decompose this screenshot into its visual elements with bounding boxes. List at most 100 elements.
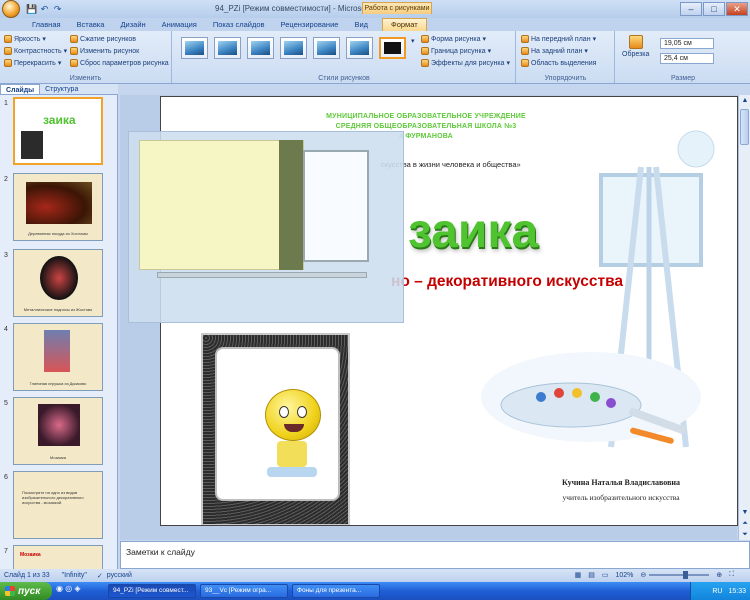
taskbar-item[interactable]: Фоны для презента... bbox=[292, 584, 380, 598]
tab-outline[interactable]: Структура bbox=[40, 84, 83, 94]
slide-thumbnail[interactable]: 4 Глиняная игрушка из Дымково bbox=[0, 323, 108, 395]
brightness-button[interactable]: Яркость ▾ bbox=[4, 35, 46, 43]
save-icon[interactable]: 💾 bbox=[26, 4, 37, 15]
zoom-control: ▦ ▤ ▭ 102% ⊖ ⊕ ⛶ bbox=[571, 571, 734, 579]
group-arrange: На передний план ▾ На задний план ▾ Обла… bbox=[517, 31, 615, 83]
quick-access-toolbar: 💾 ↶ ↷ bbox=[26, 4, 63, 15]
picture-style-option[interactable] bbox=[181, 37, 208, 59]
author-name[interactable]: Кучина Наталья Владиславовна bbox=[521, 478, 721, 487]
tab-design[interactable]: Дизайн bbox=[112, 19, 153, 31]
picture-shape-button[interactable]: Форма рисунка ▾ bbox=[421, 35, 486, 43]
thumb-caption: Глиняная игрушка из Дымково bbox=[29, 381, 87, 386]
gallery-more-button[interactable]: ▾ bbox=[411, 37, 415, 45]
tab-format[interactable]: Формат bbox=[382, 18, 427, 31]
selection-pane-icon bbox=[521, 59, 529, 67]
zoom-level[interactable]: 102% bbox=[615, 572, 633, 579]
title-bar: 💾 ↶ ↷ 94_PZi [Режим совместимости] - Mic… bbox=[0, 0, 750, 18]
tab-slides[interactable]: Слайды bbox=[0, 84, 41, 94]
selected-picture[interactable] bbox=[201, 333, 350, 525]
compress-button[interactable]: Сжатие рисунков bbox=[70, 35, 136, 43]
tab-animation[interactable]: Анимация bbox=[154, 19, 205, 31]
tab-home[interactable]: Главная bbox=[24, 19, 69, 31]
width-field[interactable]: 25,4 см bbox=[660, 53, 714, 64]
scroll-up-icon[interactable]: ▲ bbox=[740, 96, 750, 106]
crop-button[interactable]: Обрезка bbox=[622, 35, 649, 58]
slideshow-view-icon[interactable]: ▭ bbox=[602, 571, 609, 579]
contrast-button[interactable]: Контрастность ▾ bbox=[4, 47, 67, 55]
zoom-slider[interactable] bbox=[649, 571, 710, 579]
slide-thumbnail[interactable]: 2 Деревянная посуда из Хохломы bbox=[0, 173, 108, 245]
slide-number: 2 bbox=[4, 176, 8, 183]
notes-pane[interactable]: Заметки к слайду bbox=[120, 541, 750, 569]
vertical-scrollbar[interactable]: ▲ ▼ ⏶ ⏷ bbox=[738, 95, 750, 540]
picture-style-option[interactable] bbox=[280, 37, 307, 59]
tab-slideshow[interactable]: Показ слайдов bbox=[205, 19, 273, 31]
picture-style-option[interactable] bbox=[247, 37, 274, 59]
slide-thumbnail[interactable]: 6 Посмотрите на одно из видов изобразите… bbox=[0, 471, 108, 543]
author-role[interactable]: учитель изобразительного искусства bbox=[521, 493, 721, 502]
change-picture-button[interactable]: Изменить рисунок bbox=[70, 47, 139, 55]
picture-style-option[interactable] bbox=[313, 37, 340, 59]
recolor-button[interactable]: Перекрасить ▾ bbox=[4, 59, 61, 67]
picture-style-option-selected[interactable] bbox=[379, 37, 406, 59]
taskbar-item[interactable]: 94_PZi [Режим совмест... bbox=[108, 584, 196, 598]
language-indicator[interactable]: русский bbox=[107, 572, 132, 579]
group-picture-styles: ▾ Форма рисунка ▾ Граница рисунка ▾ Эффе… bbox=[173, 31, 516, 83]
picture-style-option[interactable] bbox=[346, 37, 373, 59]
minimize-button[interactable]: – bbox=[680, 2, 702, 16]
status-bar: Слайд 1 из 33 "Infinity" ✓ русский ▦ ▤ ▭… bbox=[0, 569, 750, 582]
tab-insert[interactable]: Вставка bbox=[69, 19, 113, 31]
undo-icon[interactable]: ↶ bbox=[39, 4, 50, 15]
bring-front-button[interactable]: На передний план ▾ bbox=[521, 35, 596, 43]
fit-window-icon[interactable]: ⛶ bbox=[729, 571, 734, 579]
selection-pane-button[interactable]: Область выделения bbox=[521, 59, 596, 67]
slide-counter: Слайд 1 из 33 bbox=[4, 572, 50, 579]
selection-pane-label: Область выделения bbox=[531, 59, 597, 67]
slide-thumbnail[interactable]: 5 Мозаика bbox=[0, 397, 108, 469]
zoom-out-icon[interactable]: ⊖ bbox=[640, 571, 646, 579]
thumb-text: Посмотрите на одно из видов изобразитель… bbox=[22, 490, 84, 505]
group-size: Обрезка 19,05 см 25,4 см Размер bbox=[616, 31, 750, 83]
picture-effects-button[interactable]: Эффекты для рисунка ▾ bbox=[421, 59, 510, 67]
send-back-icon bbox=[521, 47, 529, 55]
taskbar: пуск ◉ ◎ ◈ 94_PZi [Режим совмест... 93__… bbox=[0, 582, 750, 600]
contrast-icon bbox=[4, 47, 12, 55]
start-button[interactable]: пуск bbox=[0, 582, 52, 600]
shape-icon bbox=[421, 35, 429, 43]
slide-thumbnail[interactable]: 1 заика bbox=[0, 97, 108, 169]
slide-thumbnail[interactable]: 3 Металлические подносы из Жостово bbox=[0, 249, 108, 321]
slide-thumbnail[interactable]: 7 Мозаика bbox=[0, 545, 108, 569]
border-icon bbox=[421, 47, 429, 55]
zoom-in-icon[interactable]: ⊕ bbox=[716, 571, 722, 579]
reset-picture-button[interactable]: Сброс параметров рисунка bbox=[70, 59, 169, 67]
picture-style-option[interactable] bbox=[214, 37, 241, 59]
send-back-button[interactable]: На задний план ▾ bbox=[521, 47, 588, 55]
prev-slide-icon[interactable]: ⏶ bbox=[740, 519, 750, 529]
tab-view[interactable]: Вид bbox=[346, 19, 376, 31]
spellcheck-icon[interactable]: ✓ bbox=[97, 572, 103, 580]
maximize-button[interactable]: □ bbox=[703, 2, 725, 16]
slide-number: 5 bbox=[4, 400, 8, 407]
sorter-view-icon[interactable]: ▤ bbox=[588, 571, 595, 579]
redo-icon[interactable]: ↷ bbox=[52, 4, 63, 15]
height-field[interactable]: 19,05 см bbox=[660, 38, 714, 49]
next-slide-icon[interactable]: ⏷ bbox=[740, 530, 750, 540]
brightness-label: Яркость bbox=[14, 35, 41, 43]
tab-review[interactable]: Рецензирование bbox=[273, 19, 347, 31]
pane-tabs: Слайды Структура bbox=[0, 84, 118, 95]
scroll-thumb[interactable] bbox=[740, 109, 749, 145]
language-indicator[interactable]: RU bbox=[712, 588, 722, 595]
close-button[interactable]: ✕ bbox=[726, 2, 748, 16]
office-button[interactable] bbox=[2, 0, 20, 18]
picture-frame bbox=[217, 349, 338, 499]
scroll-down-icon[interactable]: ▼ bbox=[740, 508, 750, 518]
clock: 15:33 bbox=[728, 587, 746, 595]
picture-border-button[interactable]: Граница рисунка ▾ bbox=[421, 47, 491, 55]
zoom-knob[interactable] bbox=[683, 571, 689, 579]
taskbar-item[interactable]: 93__Vc [Режим огра... bbox=[200, 584, 288, 598]
group-label: Упорядочить bbox=[544, 75, 587, 82]
group-adjust: Яркость ▾ Контрастность ▾ Перекрасить ▾ … bbox=[0, 31, 172, 83]
smiley-image bbox=[265, 389, 321, 441]
normal-view-icon[interactable]: ▦ bbox=[575, 571, 582, 579]
ribbon-tabs: Главная Вставка Дизайн Анимация Показ сл… bbox=[0, 18, 750, 31]
